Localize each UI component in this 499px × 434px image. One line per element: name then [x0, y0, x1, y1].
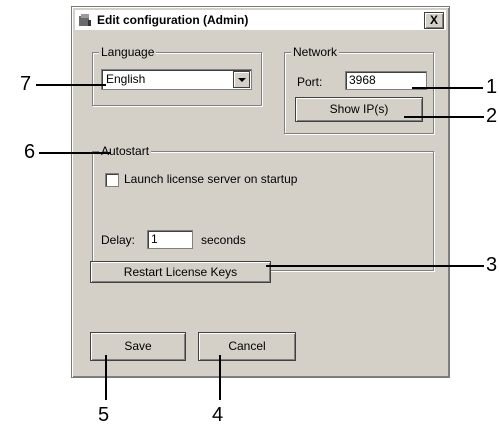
- delay-label: Delay:: [101, 233, 136, 247]
- callout-number-1: 1: [486, 76, 498, 98]
- network-group-legend: Network: [291, 45, 340, 59]
- title-bar: Edit configuration (Admin) X: [75, 10, 446, 30]
- edit-configuration-dialog: Edit configuration (Admin) X Language En…: [71, 6, 450, 378]
- callout-line-1: [412, 87, 483, 89]
- language-select[interactable]: English: [101, 69, 252, 90]
- chevron-down-icon[interactable]: [233, 71, 250, 88]
- close-icon: X: [429, 13, 438, 27]
- callout-line-4: [219, 355, 221, 400]
- callout-line-6: [39, 152, 111, 154]
- language-group: Language English: [92, 45, 262, 106]
- port-label: Port:: [297, 75, 323, 89]
- cancel-button[interactable]: Cancel: [198, 332, 296, 361]
- callout-number-3: 3: [486, 254, 498, 276]
- launch-on-startup-label: Launch license server on startup: [124, 172, 298, 186]
- show-ip-button[interactable]: Show IP(s): [295, 97, 423, 122]
- restart-license-keys-button[interactable]: Restart License Keys: [90, 261, 271, 283]
- callout-number-4: 4: [212, 404, 224, 426]
- callout-number-7: 7: [20, 73, 32, 95]
- network-group: Network Port: 3968 Show IP(s): [284, 45, 434, 134]
- callout-line-2: [404, 116, 484, 118]
- autostart-group: Autostart Launch license server on start…: [92, 144, 434, 271]
- close-button[interactable]: X: [424, 12, 444, 29]
- callout-line-7: [36, 84, 106, 86]
- app-icon: [77, 12, 93, 28]
- callout-line-3: [266, 265, 484, 267]
- autostart-group-legend: Autostart: [99, 144, 152, 158]
- delay-input[interactable]: 1: [147, 230, 193, 249]
- callout-line-5: [105, 355, 107, 400]
- launch-on-startup-checkbox[interactable]: [105, 173, 119, 187]
- language-select-value: English: [106, 72, 146, 86]
- language-group-legend: Language: [99, 45, 157, 59]
- callout-number-6: 6: [24, 141, 36, 163]
- dialog-title: Edit configuration (Admin): [97, 13, 249, 27]
- callout-number-5: 5: [98, 404, 110, 426]
- callout-number-2: 2: [486, 105, 498, 127]
- delay-unit-label: seconds: [201, 233, 246, 247]
